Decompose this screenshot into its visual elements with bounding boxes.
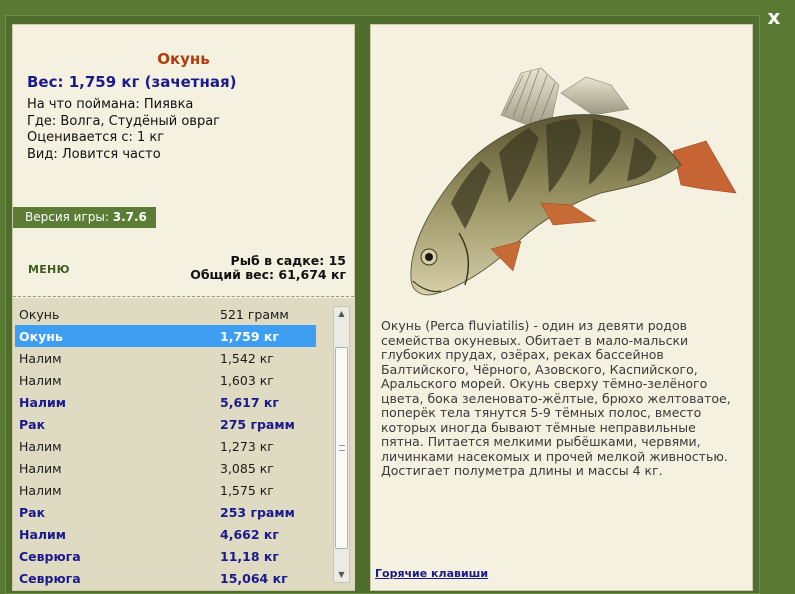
catch-fish-name: Налим (19, 351, 62, 366)
fish-description: Окунь (Perca fluviatilis) - один из девя… (381, 318, 731, 478)
catch-fish-name: Налим (19, 373, 62, 388)
fish-name: Окунь (157, 50, 210, 68)
catch-list-row[interactable]: Окунь 521 грамм (15, 303, 316, 325)
catch-fish-name: Налим (19, 527, 67, 542)
catch-list-row[interactable]: Налим 3,085 кг (15, 457, 316, 479)
catch-fish-weight: 275 грамм (220, 417, 295, 432)
scroll-thumb[interactable] (335, 347, 348, 549)
catch-fish-weight: 1,273 кг (220, 439, 274, 454)
fish-info-panel: Окунь Вес: 1,759 кг (зачетная) На что по… (12, 24, 355, 591)
catch-fish-weight: 1,575 кг (220, 483, 274, 498)
total-weight: Общий вес: 61,674 кг (190, 267, 346, 282)
scrollbar[interactable]: ▲ ▼ (333, 306, 350, 583)
catch-fish-name: Налим (19, 461, 62, 476)
catch-fish-weight: 15,064 кг (220, 571, 288, 586)
catch-fish-name: Окунь (19, 329, 63, 344)
keepnet-stats: Рыб в садке: 15 Общий вес: 61,674 кг (190, 254, 346, 282)
catch-fish-weight: 11,18 кг (220, 549, 279, 564)
grip-icon (339, 445, 345, 451)
place-line: Где: Волга, Студёный овраг (27, 113, 221, 129)
version-bar: Версия игры: 3.7.6 (13, 207, 156, 228)
catch-fish-name: Севрюга (19, 549, 81, 564)
version-value: 3.7.6 (112, 210, 147, 224)
catch-fish-weight: 5,617 кг (220, 395, 279, 410)
scroll-up-arrow-icon[interactable]: ▲ (334, 307, 349, 321)
catch-fish-weight: 521 грамм (220, 307, 289, 322)
scroll-down-arrow-icon[interactable]: ▼ (334, 568, 349, 582)
catch-list-row[interactable]: Рак 253 грамм (15, 501, 316, 523)
catch-list-row[interactable]: Налим 1,603 кг (15, 369, 316, 391)
divider (13, 296, 354, 297)
catch-fish-weight: 1,759 кг (220, 329, 279, 344)
catch-list-row[interactable]: Налим 1,273 кг (15, 435, 316, 457)
catch-list-row[interactable]: Севрюга 11,18 кг (15, 545, 316, 567)
catch-list-row[interactable]: Севрюга 15,064 кг (15, 567, 316, 589)
catch-fish-name: Окунь (19, 307, 60, 322)
catch-list-row[interactable]: Налим 1,575 кг (15, 479, 316, 501)
version-label: Версия игры: (25, 210, 113, 224)
catch-list-row[interactable]: Окунь 1,759 кг (15, 325, 316, 347)
rated-line: Оценивается с: 1 кг (27, 130, 165, 145)
catch-fish-name: Рак (19, 505, 46, 520)
catch-list-row[interactable]: Рак 275 грамм (15, 413, 316, 435)
catch-list-row[interactable]: Налим 5,617 кг (15, 391, 316, 413)
catch-list-row[interactable]: Налим 1,542 кг (15, 347, 316, 369)
catch-fish-name: Рак (19, 417, 46, 432)
kind-line: Вид: Ловится часто (27, 146, 161, 162)
catch-fish-name: Налим (19, 395, 67, 410)
catch-fish-name: Севрюга (19, 571, 81, 586)
menu-button[interactable]: МЕНЮ (28, 263, 70, 276)
fish-weight: Вес: 1,759 кг (зачетная) (27, 73, 237, 91)
catch-list: Окунь 521 грамм Окунь 1,759 кг Налим 1,542 кг… (13, 298, 355, 590)
catch-fish-name: Налим (19, 483, 62, 498)
fish-details: На что поймана: Пиявка Где: Волга, Студё… (27, 97, 220, 163)
bait-line: На что поймана: Пиявка (27, 97, 194, 112)
catch-list-row[interactable]: Налим 4,662 кг (15, 523, 316, 545)
fish-description-panel: Окунь (Perca fluviatilis) - один из девя… (370, 24, 753, 591)
catch-fish-weight: 4,662 кг (220, 527, 279, 542)
catch-fish-weight: 253 грамм (220, 505, 295, 520)
catch-fish-weight: 3,085 кг (220, 461, 274, 476)
catch-fish-weight: 1,603 кг (220, 373, 274, 388)
hotkeys-link[interactable]: Горячие клавиши (375, 567, 488, 580)
perch-image (410, 67, 737, 296)
catch-fish-name: Налим (19, 439, 62, 454)
close-button[interactable]: x (763, 6, 785, 28)
keepnet-count: Рыб в садке: 15 (230, 253, 346, 268)
catch-fish-weight: 1,542 кг (220, 351, 274, 366)
